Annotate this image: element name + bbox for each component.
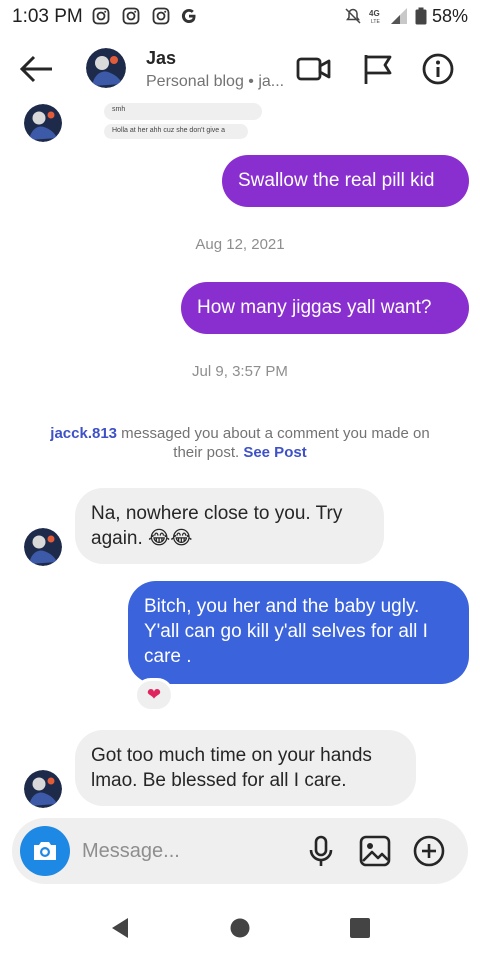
signal-icon — [391, 8, 407, 24]
microphone-icon[interactable] — [304, 834, 338, 868]
nav-home-icon[interactable] — [226, 914, 254, 942]
flag-icon[interactable] — [360, 52, 396, 86]
svg-text:4G: 4G — [369, 9, 380, 18]
avatar[interactable] — [24, 770, 62, 808]
video-call-icon[interactable] — [296, 52, 332, 86]
notice-username[interactable]: jacck.813 — [50, 425, 117, 442]
message-text: Bitch, you her and the baby ugly. Y'all … — [144, 596, 428, 667]
outgoing-message[interactable]: Swallow the real pill kid — [222, 155, 469, 207]
status-bar: 1:03 PM 4G LTE 58% — [0, 0, 480, 34]
chat-header: Jas Personal blog • ja... — [0, 36, 480, 102]
instagram-icon — [122, 7, 140, 25]
contact-subtitle: Personal blog • ja... — [146, 73, 285, 90]
status-time: 1:03 PM — [12, 6, 83, 27]
contact-name[interactable]: Jas — [146, 48, 176, 69]
message-composer — [12, 818, 468, 884]
instagram-icon — [152, 7, 170, 25]
incoming-message[interactable]: Na, nowhere close to you. Try again. 😂😂 — [75, 488, 384, 564]
incoming-message[interactable]: Got too much time on your hands lmao. Be… — [75, 730, 416, 806]
info-icon[interactable] — [420, 52, 456, 86]
date-separator: Jul 9, 3:57 PM — [192, 363, 288, 380]
mute-icon — [345, 8, 361, 24]
instagram-icon — [92, 7, 110, 25]
embedded-message-bubble: Holla at her ahh cuz she don't give a — [104, 124, 248, 139]
gallery-icon[interactable] — [358, 834, 392, 868]
battery-percent: 58% — [431, 6, 468, 26]
svg-text:LTE: LTE — [371, 19, 380, 25]
avatar[interactable] — [24, 104, 62, 142]
nav-recents-icon[interactable] — [346, 914, 374, 942]
message-text: Na, nowhere close to you. Try again. 😂😂 — [91, 503, 343, 549]
comment-reply-notice: jacck.813 messaged you about a comment y… — [40, 424, 440, 462]
embedded-message-text: Holla at her ahh cuz she don't give a — [112, 127, 226, 134]
message-input[interactable] — [82, 836, 272, 866]
outgoing-message[interactable]: Bitch, you her and the baby ugly. Y'all … — [128, 581, 469, 684]
camera-button[interactable] — [20, 826, 70, 876]
outgoing-message[interactable]: How many jiggas yall want? — [181, 282, 469, 334]
nav-back-icon[interactable] — [106, 914, 134, 942]
heart-icon: ❤ — [146, 685, 162, 704]
back-arrow-icon[interactable] — [18, 52, 56, 86]
battery-icon — [415, 7, 427, 25]
embedded-message-bubble: smh — [104, 103, 262, 120]
avatar[interactable] — [24, 528, 62, 566]
heart-reaction[interactable]: ❤ — [134, 678, 174, 712]
avatar[interactable] — [86, 48, 126, 88]
camera-icon — [34, 842, 56, 860]
system-nav-bar — [0, 896, 480, 960]
date-separator: Aug 12, 2021 — [195, 236, 285, 253]
embedded-message-text: smh — [112, 106, 126, 113]
message-text: Swallow the real pill kid — [238, 170, 435, 191]
message-text: Got too much time on your hands lmao. Be… — [91, 745, 372, 791]
lte-icon: 4GLTE — [369, 9, 380, 25]
see-post-link[interactable]: See Post — [243, 444, 306, 461]
message-text: How many jiggas yall want? — [197, 297, 432, 318]
google-icon — [181, 9, 196, 23]
add-icon[interactable] — [412, 834, 446, 868]
